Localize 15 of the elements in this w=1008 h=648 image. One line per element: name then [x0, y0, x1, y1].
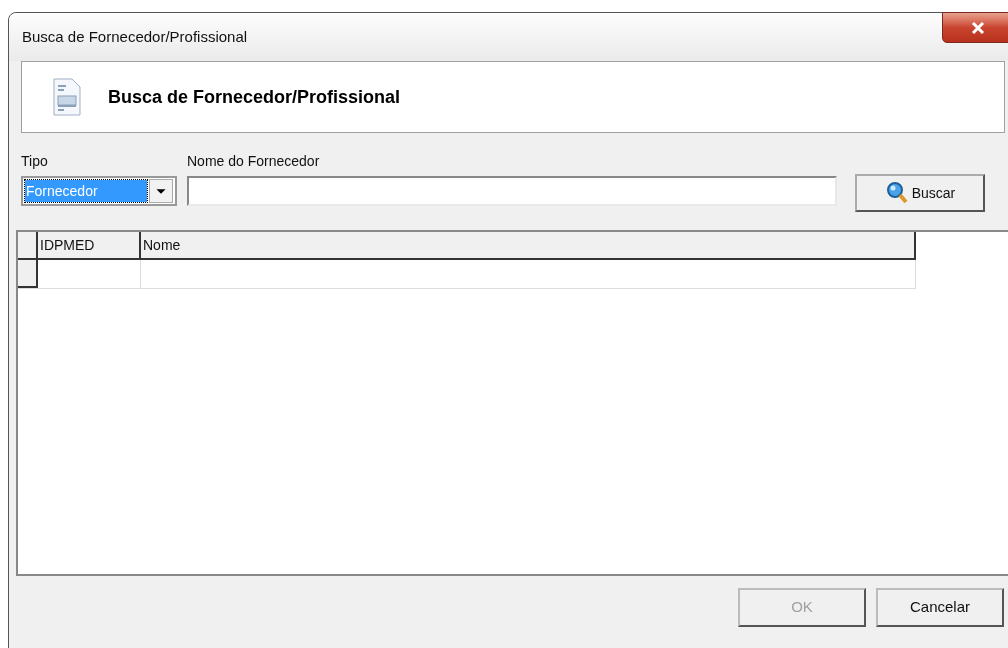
header-title: Busca de Fornecedor/Profissional [108, 85, 401, 109]
dropdown-caret-icon [149, 179, 173, 203]
close-icon [971, 21, 985, 34]
nome-label: Nome do Fornecedor [187, 152, 321, 171]
column-header[interactable]: Nome [141, 232, 916, 258]
nome-field[interactable] [187, 176, 837, 206]
close-button[interactable] [942, 12, 1008, 43]
window-title: Busca de Fornecedor/Profissional [22, 27, 248, 47]
dialog-button[interactable]: Cancelar [876, 588, 1004, 627]
tipo-label: Tipo [21, 152, 49, 171]
search-icon [884, 181, 909, 205]
column-header[interactable]: IDPMED [38, 232, 141, 258]
document-icon [52, 78, 82, 116]
search-button[interactable]: Buscar [855, 174, 985, 212]
row-selector[interactable] [18, 260, 38, 288]
